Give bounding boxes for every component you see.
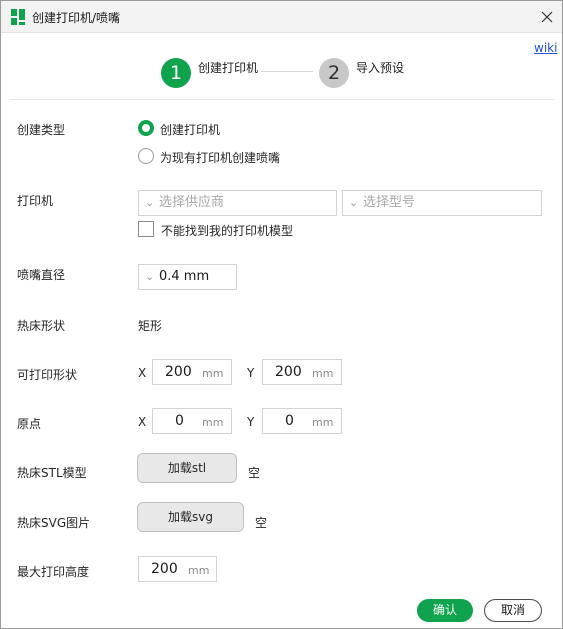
origin-x-unit: mm (202, 416, 224, 429)
close-icon[interactable] (537, 7, 557, 27)
load-stl-button[interactable]: 加载stl (137, 453, 237, 483)
chevron-down-icon: ⌄ (145, 270, 155, 283)
model-select-placeholder: 选择型号 (363, 195, 416, 210)
origin-y-input[interactable]: 0 mm (262, 408, 342, 434)
step-connector (261, 71, 313, 72)
max-height-label: 最大打印高度 (17, 565, 90, 579)
origin-y-unit: mm (312, 416, 334, 429)
printable-x-value: 200 (165, 364, 192, 380)
bed-stl-label: 热床STL模型 (17, 466, 87, 480)
printable-x-label: X (138, 366, 147, 380)
radio-create-nozzle[interactable] (138, 148, 154, 164)
nozzle-diameter-value: 0.4 mm (159, 269, 210, 284)
origin-x-label: X (138, 415, 147, 429)
printable-x-input[interactable]: 200 mm (152, 359, 232, 385)
printable-y-input[interactable]: 200 mm (262, 359, 342, 385)
printable-y-label: Y (247, 366, 255, 380)
nozzle-diameter-select[interactable]: ⌄ 0.4 mm (138, 264, 237, 290)
radio-create-printer-label[interactable]: 创建打印机 (160, 121, 220, 138)
vendor-select-placeholder: 选择供应商 (159, 195, 225, 210)
origin-label: 原点 (17, 417, 42, 431)
load-svg-button[interactable]: 加载svg (137, 502, 244, 532)
cancel-button[interactable]: 取消 (484, 599, 542, 622)
radio-create-printer[interactable] (138, 120, 154, 136)
nozzle-diameter-label: 喷嘴直径 (17, 268, 66, 282)
app-logo-icon (11, 9, 25, 25)
printable-y-unit: mm (312, 367, 334, 380)
window-title: 创建打印机/喷嘴 (32, 11, 121, 25)
origin-y-value: 0 (285, 413, 294, 429)
model-select[interactable]: ⌄ 选择型号 (342, 190, 542, 216)
origin-x-input[interactable]: 0 mm (152, 408, 232, 434)
bed-shape-value: 矩形 (138, 319, 163, 333)
header-divider (10, 99, 554, 100)
printable-x-unit: mm (202, 367, 224, 380)
step-2-label: 导入预设 (356, 61, 405, 75)
printable-area-label: 可打印形状 (17, 368, 78, 382)
max-height-value: 200 (151, 561, 178, 577)
bed-shape-label: 热床形状 (17, 319, 66, 333)
printable-y-value: 200 (275, 364, 302, 380)
cant-find-printer-checkbox[interactable] (138, 221, 154, 237)
max-height-unit: mm (188, 564, 210, 577)
chevron-down-icon: ⌄ (145, 196, 155, 209)
wiki-link[interactable]: wiki (534, 41, 557, 55)
printer-label: 打印机 (17, 194, 54, 208)
bed-svg-status: 空 (255, 516, 268, 530)
bed-stl-status: 空 (248, 466, 261, 480)
confirm-button[interactable]: 确认 (417, 599, 473, 622)
chevron-down-icon: ⌄ (349, 196, 359, 209)
step-1-label: 创建打印机 (198, 61, 259, 75)
create-printer-dialog: 创建打印机/喷嘴 wiki 1 创建打印机 2 导入预设 创建类型 创建打印机 … (0, 0, 563, 629)
create-type-label: 创建类型 (17, 123, 66, 137)
bed-svg-label: 热床SVG图片 (17, 516, 91, 530)
max-height-input[interactable]: 200 mm (138, 556, 217, 582)
radio-create-nozzle-label[interactable]: 为现有打印机创建喷嘴 (160, 149, 280, 166)
origin-x-value: 0 (175, 413, 184, 429)
title-bar: 创建打印机/喷嘴 (1, 1, 562, 33)
step-2-indicator: 2 (319, 58, 349, 88)
origin-y-label: Y (247, 415, 255, 429)
vendor-select[interactable]: ⌄ 选择供应商 (138, 190, 337, 216)
cant-find-printer-label[interactable]: 不能找到我的打印机模型 (161, 222, 293, 239)
step-1-indicator: 1 (161, 58, 191, 88)
